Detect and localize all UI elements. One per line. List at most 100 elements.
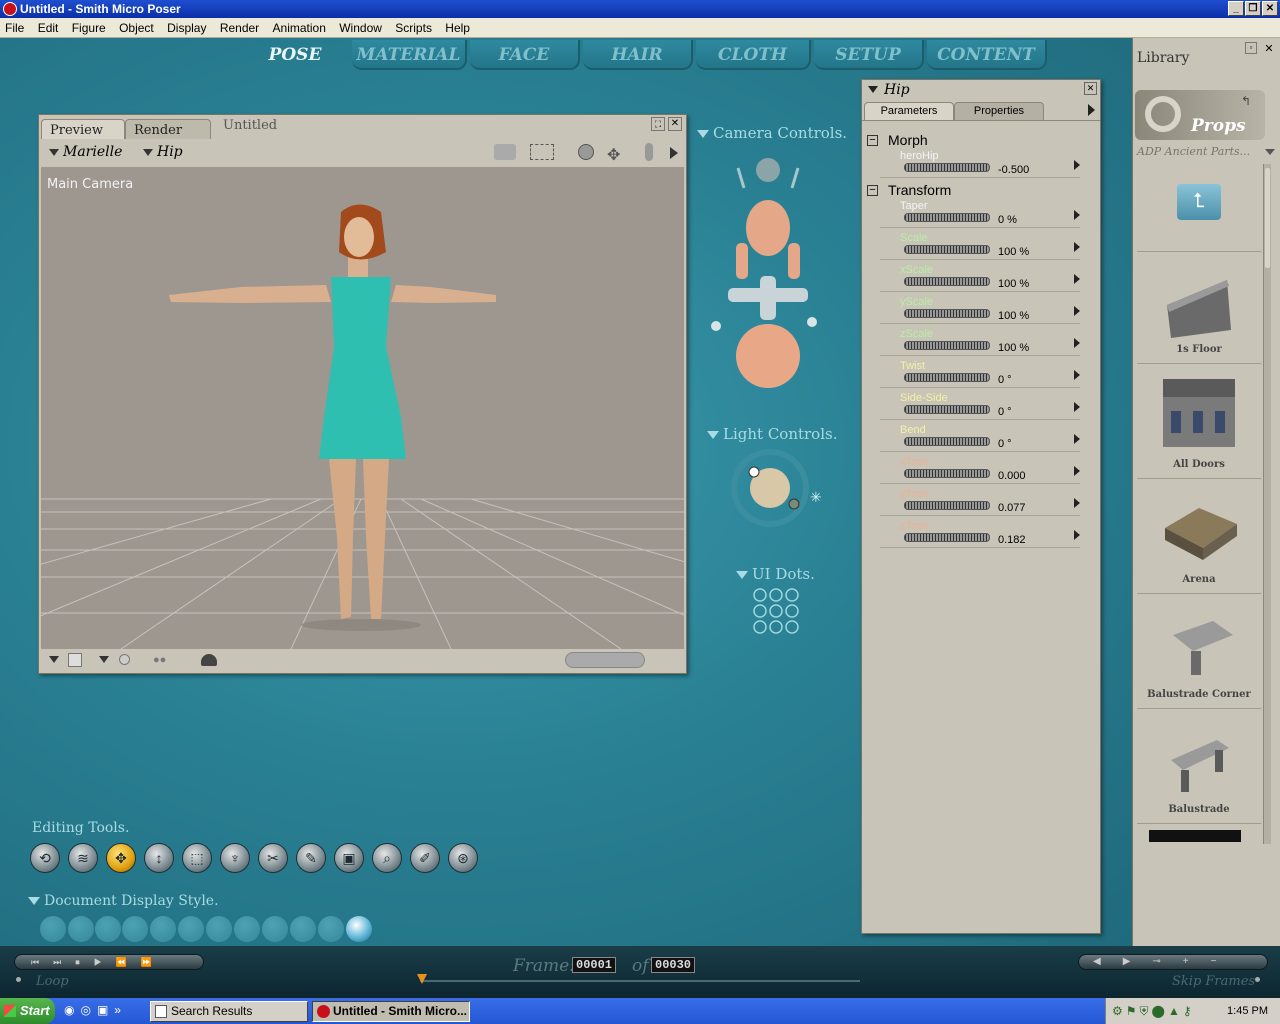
param-row[interactable]: Bend 0 ° — [862, 424, 1098, 456]
tray-icons[interactable]: ⚙⚑⛨⬤▲⚷ — [1112, 998, 1195, 1024]
param-row[interactable]: yTran 0.077 — [862, 488, 1098, 520]
collapse-transform-icon[interactable]: − — [867, 185, 878, 196]
menu-figure[interactable]: Figure — [67, 18, 111, 35]
param-row[interactable]: Scale 100 % — [862, 232, 1098, 264]
smooth-shaded-style-icon[interactable] — [290, 916, 316, 942]
param-dial[interactable] — [904, 213, 990, 222]
param-value[interactable]: 0.182 — [998, 534, 1026, 546]
ui-dots-grid[interactable] — [752, 587, 802, 637]
param-row[interactable]: zScale 100 % — [862, 328, 1098, 360]
menu-help[interactable]: Help — [440, 18, 475, 35]
param-value[interactable]: 100 % — [998, 278, 1029, 290]
library-item[interactable]: 1s Floor — [1137, 252, 1261, 364]
tab-face[interactable]: FACE — [470, 40, 580, 70]
param-value[interactable]: 100 % — [998, 310, 1029, 322]
param-row[interactable]: yScale 100 % — [862, 296, 1098, 328]
smooth-lined-style-icon[interactable] — [318, 916, 344, 942]
rotate-tool-icon[interactable]: ⟲ — [30, 843, 60, 873]
skip-frames-toggle-icon[interactable] — [1255, 977, 1260, 982]
tab-properties[interactable]: Properties — [954, 102, 1044, 120]
timeline-scrubber[interactable] — [417, 974, 427, 984]
figure-dropdown-icon[interactable] — [49, 149, 59, 156]
param-row[interactable]: Side-Side 0 ° — [862, 392, 1098, 424]
document-display-header[interactable]: Document Display Style. — [28, 893, 219, 909]
cartoon-style-icon[interactable] — [234, 916, 260, 942]
param-row[interactable]: xScale 100 % — [862, 264, 1098, 296]
paint-icon[interactable]: ●● — [153, 654, 166, 666]
playback-buttons[interactable]: ⏮⏭⏹▶⏪⏩ — [14, 954, 204, 970]
param-dial[interactable] — [904, 277, 990, 286]
library-maximize-icon[interactable]: ▫ — [1245, 42, 1257, 54]
tab-content[interactable]: CONTENT — [927, 40, 1047, 70]
zoom-icon[interactable] — [645, 143, 653, 161]
move-icon[interactable]: ✥ — [607, 145, 620, 165]
param-row[interactable]: xTran 0.000 — [862, 456, 1098, 488]
tab-pose[interactable]: POSE — [250, 40, 340, 70]
tab-cloth[interactable]: CLOTH — [696, 40, 811, 70]
twist-tool-icon[interactable]: ≋ — [68, 843, 98, 873]
param-menu-arrow-icon[interactable] — [1074, 160, 1080, 170]
param-dial[interactable] — [904, 533, 990, 542]
collapse-morph-icon[interactable]: − — [867, 135, 878, 146]
library-item[interactable]: Arena — [1137, 482, 1261, 594]
panel-menu-arrow-icon[interactable] — [1088, 104, 1095, 116]
param-value[interactable]: 0 ° — [998, 374, 1012, 386]
hat-icon[interactable] — [201, 654, 217, 666]
param-menu-arrow-icon[interactable] — [1074, 242, 1080, 252]
timeline-track[interactable] — [420, 980, 860, 982]
param-menu-arrow-icon[interactable] — [1074, 306, 1080, 316]
rotate-icon[interactable] — [578, 144, 594, 160]
translate-in-out-tool-icon[interactable]: ↕ — [144, 843, 174, 873]
param-menu-arrow-icon[interactable] — [1074, 370, 1080, 380]
restore-button[interactable]: ❐ — [1245, 1, 1261, 16]
param-dial[interactable] — [904, 373, 990, 382]
param-menu-arrow-icon[interactable] — [1074, 530, 1080, 540]
frame-icon[interactable] — [530, 144, 554, 160]
figure-select[interactable]: Marielle — [63, 144, 122, 160]
flat-shaded-style-icon[interactable] — [178, 916, 204, 942]
tab-setup[interactable]: SETUP — [814, 40, 924, 70]
direct-manipulation-tool-icon[interactable]: ⊛ — [448, 843, 478, 873]
param-dial[interactable] — [904, 501, 990, 510]
param-value[interactable]: 0.000 — [998, 470, 1026, 482]
color-tool-icon[interactable]: ✎ — [296, 843, 326, 873]
library-up-folder[interactable]: ⮤ — [1137, 162, 1261, 252]
menu-file[interactable]: File — [0, 18, 29, 35]
maximize-icon[interactable]: ⛶ — [651, 117, 665, 131]
background-color-icon[interactable] — [68, 653, 82, 667]
param-menu-arrow-icon[interactable] — [1074, 210, 1080, 220]
param-dial[interactable] — [904, 309, 990, 318]
menu-edit[interactable]: Edit — [33, 18, 64, 35]
light-controls-header[interactable]: Light Controls. — [707, 425, 837, 443]
library-folder-select[interactable]: ADP Ancient Parts... — [1137, 145, 1250, 158]
ground-shadow-icon[interactable] — [119, 654, 130, 665]
flat-lined-style-icon[interactable] — [206, 916, 232, 942]
panel-menu-arrow-icon[interactable] — [670, 147, 678, 159]
total-frames-field[interactable]: 00030 — [651, 957, 696, 973]
param-menu-arrow-icon[interactable] — [1074, 402, 1080, 412]
taper-tool-icon[interactable]: ♆ — [220, 843, 250, 873]
param-value[interactable]: 100 % — [998, 246, 1029, 258]
param-dial[interactable] — [904, 245, 990, 254]
tab-hair[interactable]: HAIR — [583, 40, 693, 70]
param-dial[interactable] — [904, 163, 990, 172]
loop-toggle-icon[interactable] — [16, 977, 21, 982]
param-menu-arrow-icon[interactable] — [1074, 338, 1080, 348]
close-icon[interactable]: ✕ — [668, 117, 682, 131]
camera-controls-header[interactable]: Camera Controls. — [697, 124, 847, 142]
param-dial[interactable] — [904, 405, 990, 414]
camera-controls-widget[interactable] — [708, 148, 828, 398]
close-icon[interactable]: ✕ — [1084, 82, 1097, 95]
actor-select[interactable]: Hip — [157, 144, 183, 160]
param-value[interactable]: 0 % — [998, 214, 1017, 226]
library-scroll-thumb[interactable] — [1265, 168, 1270, 268]
menu-window[interactable]: Window — [334, 18, 387, 35]
ui-dots-header[interactable]: UI Dots. — [736, 565, 815, 583]
library-item[interactable]: All Doors — [1137, 367, 1261, 479]
cartoon-line-style-icon[interactable] — [262, 916, 288, 942]
param-value[interactable]: -0.500 — [998, 164, 1029, 176]
view-magnifier-tool-icon[interactable]: ⌕ — [372, 843, 402, 873]
param-value[interactable]: 0.077 — [998, 502, 1026, 514]
param-menu-arrow-icon[interactable] — [1074, 466, 1080, 476]
translate-tool-icon[interactable]: ✥ — [106, 843, 136, 873]
